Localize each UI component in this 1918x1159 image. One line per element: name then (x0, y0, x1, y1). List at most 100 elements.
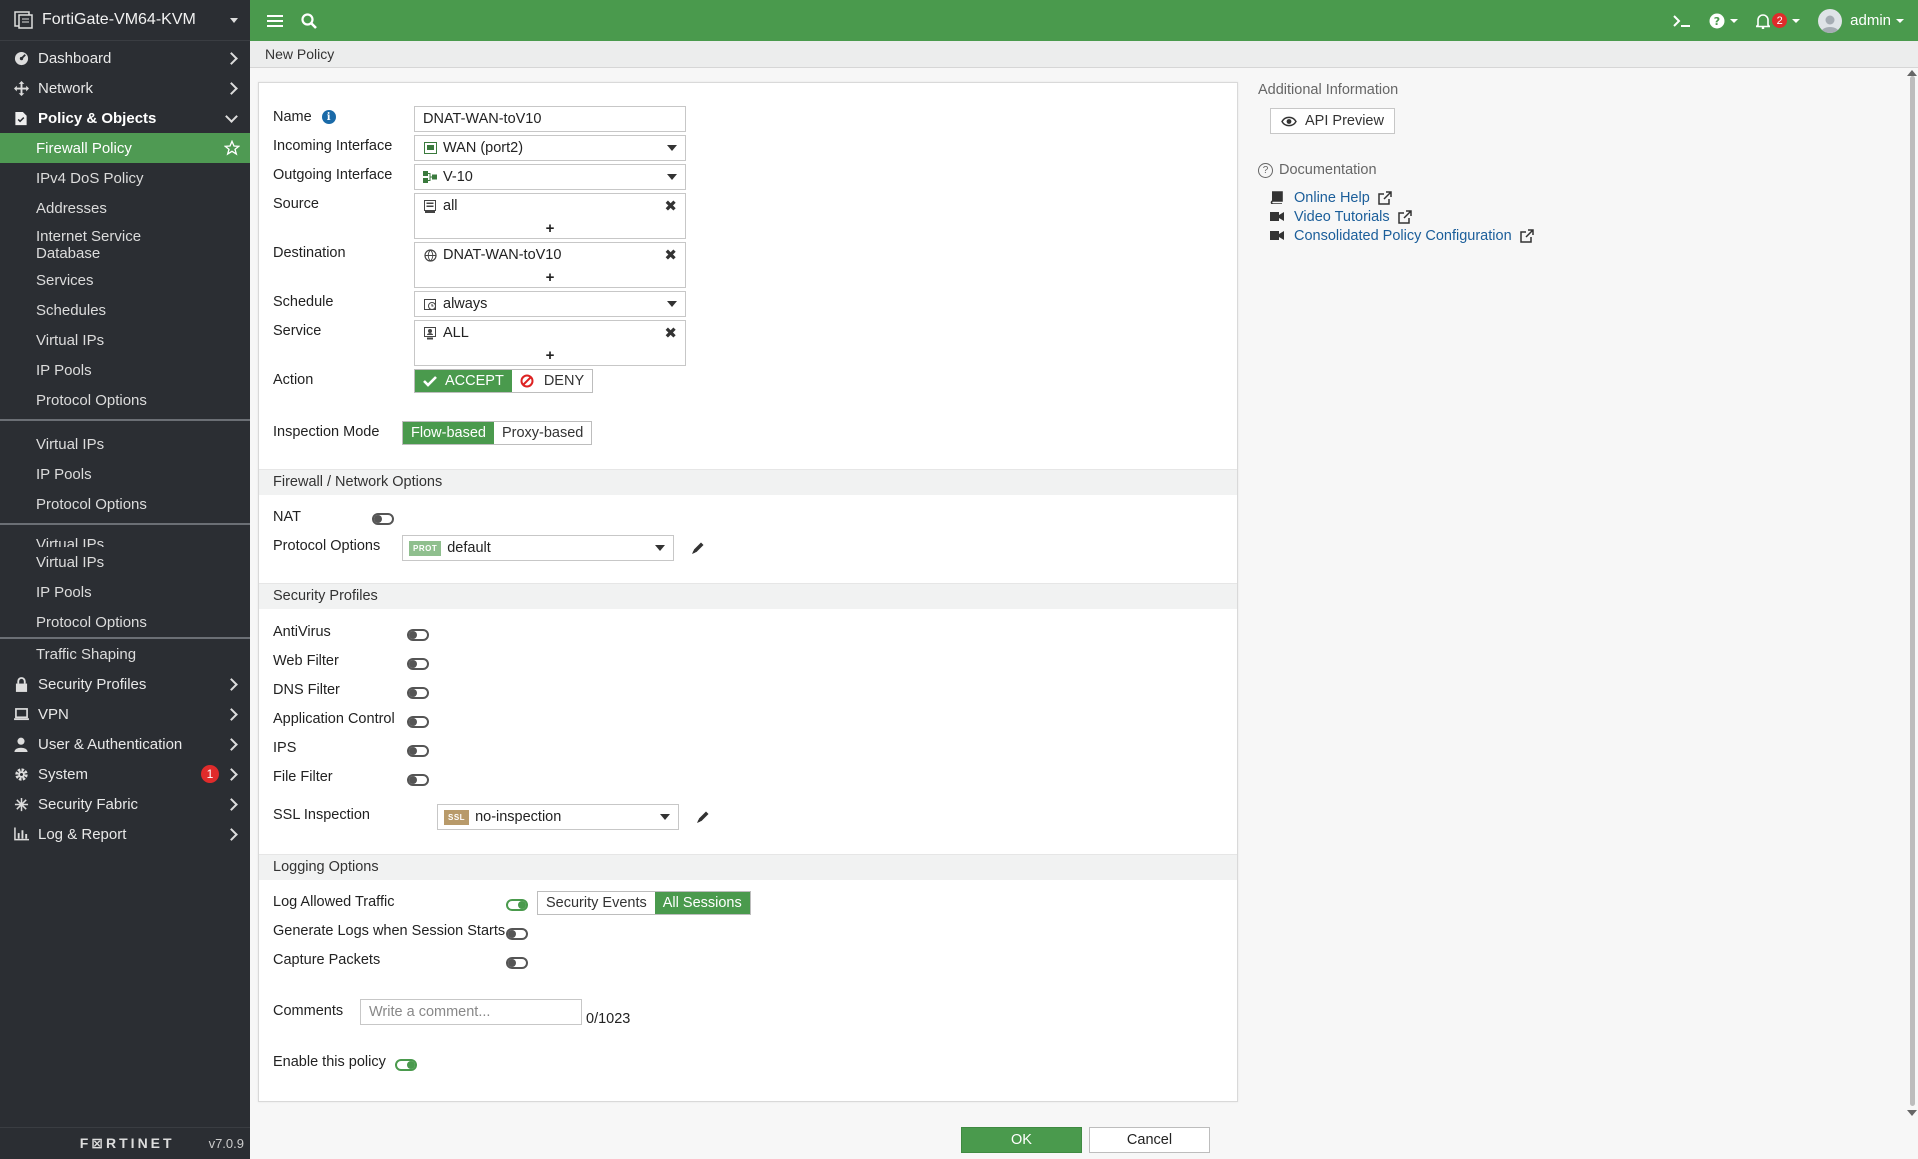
edit-ssl-inspection-icon[interactable] (696, 810, 710, 824)
external-link-icon (1397, 209, 1412, 224)
sidebar-item-addresses[interactable]: Addresses (0, 193, 250, 223)
sidebar-label: Internet Service Database (36, 228, 240, 262)
sidebar-item-user-auth[interactable]: User & Authentication (0, 729, 250, 759)
sidebar-item-ip-pools-3[interactable]: IP Pools (0, 577, 250, 607)
sidebar-item-policy-objects[interactable]: Policy & Objects (0, 103, 250, 133)
sidebar-item-services[interactable]: Services (0, 265, 250, 295)
label: Application Control (273, 711, 395, 727)
counter-value: 0/1023 (586, 1011, 631, 1027)
label: Incoming Interface (273, 138, 393, 154)
sidebar-label: Addresses (36, 199, 107, 217)
remove-icon[interactable]: ✖ (664, 197, 677, 215)
star-icon[interactable] (224, 140, 240, 156)
log-allowed-toggle[interactable] (506, 899, 528, 911)
scroll-down-icon[interactable] (1907, 1110, 1917, 1116)
sidebar-item-security-fabric[interactable]: Security Fabric (0, 789, 250, 819)
gen-logs-toggle[interactable] (506, 928, 528, 940)
schedule-select[interactable]: always (414, 291, 686, 317)
add-source-button[interactable]: + (415, 218, 685, 238)
scrollbar-thumb[interactable] (1910, 76, 1915, 1106)
flow-based-option[interactable]: Flow-based (403, 422, 494, 444)
comment-textarea[interactable]: Write a comment... (360, 999, 582, 1025)
capture-packets-toggle[interactable] (506, 957, 528, 969)
sidebar-item-security-profiles[interactable]: Security Profiles (0, 669, 250, 699)
sidebar-item-schedules[interactable]: Schedules (0, 295, 250, 325)
proxy-based-option[interactable]: Proxy-based (493, 422, 592, 444)
sidebar-item-system[interactable]: System 1 (0, 759, 250, 789)
sidebar-label: Protocol Options (36, 495, 147, 513)
device-selector[interactable]: FortiGate-VM64-KVM (0, 0, 250, 41)
sidebar-item-virtual-ips-3[interactable]: Virtual IPs (0, 547, 250, 577)
file-filter-toggle[interactable] (407, 774, 429, 786)
deny-option[interactable]: DENY (511, 370, 593, 392)
sidebar-item-protocol-options-2[interactable]: Protocol Options (0, 489, 250, 519)
sidebar-item-protocol-options-3[interactable]: Protocol Options (0, 607, 250, 637)
outgoing-interface-select[interactable]: V-10 (414, 164, 686, 190)
sidebar-item-network[interactable]: Network (0, 73, 250, 103)
remove-icon[interactable]: ✖ (664, 324, 677, 342)
chevron-right-icon (225, 797, 238, 811)
destination-field[interactable]: DNAT-WAN-toV10 ✖ + (414, 242, 686, 288)
name-row: Name i (273, 109, 336, 125)
source-field[interactable]: all ✖ + (414, 193, 686, 239)
chevron-right-icon (225, 767, 238, 781)
menu-toggle-button[interactable] (256, 0, 294, 41)
accept-option[interactable]: ACCEPT (415, 370, 512, 392)
sidebar-item-isdb[interactable]: Internet Service Database (0, 223, 250, 265)
sidebar-item-traffic-shaping[interactable]: Traffic Shaping (0, 639, 250, 669)
scrollbar[interactable] (1906, 68, 1918, 1118)
incoming-interface-value: WAN (port2) (443, 140, 524, 156)
app-control-toggle[interactable] (407, 716, 429, 728)
sidebar-label: Security Fabric (38, 795, 139, 813)
api-preview-button[interactable]: API Preview (1270, 108, 1395, 134)
enable-policy-toggle[interactable] (395, 1059, 417, 1071)
sidebar-label: Policy & Objects (38, 109, 157, 127)
remove-icon[interactable]: ✖ (664, 246, 677, 264)
ssl-inspection-select[interactable]: SSL no-inspection (437, 804, 679, 830)
dns-filter-toggle[interactable] (407, 687, 429, 699)
notifications-button[interactable]: 2 (1756, 0, 1801, 41)
sidebar-item-ipv4-dos[interactable]: IPv4 DoS Policy (0, 163, 250, 193)
sidebar-item-protocol-options[interactable]: Protocol Options (0, 385, 250, 415)
add-destination-button[interactable]: + (415, 267, 685, 287)
info-icon[interactable]: i (321, 110, 336, 124)
help-menu-button[interactable]: ? (1709, 0, 1739, 41)
cli-console-button[interactable] (1673, 0, 1691, 41)
security-profiles-section: Security Profiles (259, 583, 1237, 609)
ok-button[interactable]: OK (961, 1127, 1082, 1153)
sidebar-item-ip-pools[interactable]: IP Pools (0, 355, 250, 385)
sidebar-item-ip-pools-2[interactable]: IP Pools (0, 459, 250, 489)
antivirus-toggle[interactable] (407, 629, 429, 641)
nat-toggle[interactable] (372, 513, 394, 525)
service-field[interactable]: ALL ✖ + (414, 320, 686, 366)
all-sessions-option[interactable]: All Sessions (654, 892, 750, 914)
port-icon (423, 142, 437, 155)
name-input[interactable]: DNAT-WAN-toV10 (414, 106, 686, 132)
schedule-icon (423, 298, 437, 311)
incoming-interface-select[interactable]: WAN (port2) (414, 135, 686, 161)
ssl-inspection-value: no-inspection (475, 809, 562, 825)
sidebar-item-firewall-policy[interactable]: Firewall Policy (0, 133, 250, 163)
search-button[interactable] (294, 0, 324, 41)
user-menu-button[interactable]: admin (1818, 0, 1904, 41)
ips-toggle[interactable] (407, 745, 429, 757)
page-title: New Policy (250, 41, 1918, 68)
gear-icon (12, 766, 30, 782)
sidebar-item-log-report[interactable]: Log & Report (0, 819, 250, 849)
web-filter-toggle[interactable] (407, 658, 429, 670)
sidebar-item-virtual-ips[interactable]: Virtual IPs (0, 325, 250, 355)
label: Comments (273, 1003, 344, 1019)
add-service-button[interactable]: + (415, 345, 685, 365)
sidebar-item-vpn[interactable]: VPN (0, 699, 250, 729)
consolidated-policy-link[interactable]: Consolidated Policy Configuration (1294, 228, 1512, 244)
sidebar-item-dashboard[interactable]: Dashboard (0, 43, 250, 73)
security-events-option[interactable]: Security Events (538, 892, 655, 914)
protocol-options-select[interactable]: PROT default (402, 535, 674, 561)
cancel-button[interactable]: Cancel (1089, 1127, 1210, 1153)
sidebar-item-virtual-ips-2[interactable]: Virtual IPs (0, 429, 250, 459)
online-help-link[interactable]: Online Help (1294, 190, 1370, 206)
sidebar-label: IP Pools (36, 465, 92, 483)
label: Web Filter (273, 653, 339, 669)
video-tutorials-link[interactable]: Video Tutorials (1294, 209, 1390, 225)
edit-protocol-options-icon[interactable] (691, 541, 705, 555)
